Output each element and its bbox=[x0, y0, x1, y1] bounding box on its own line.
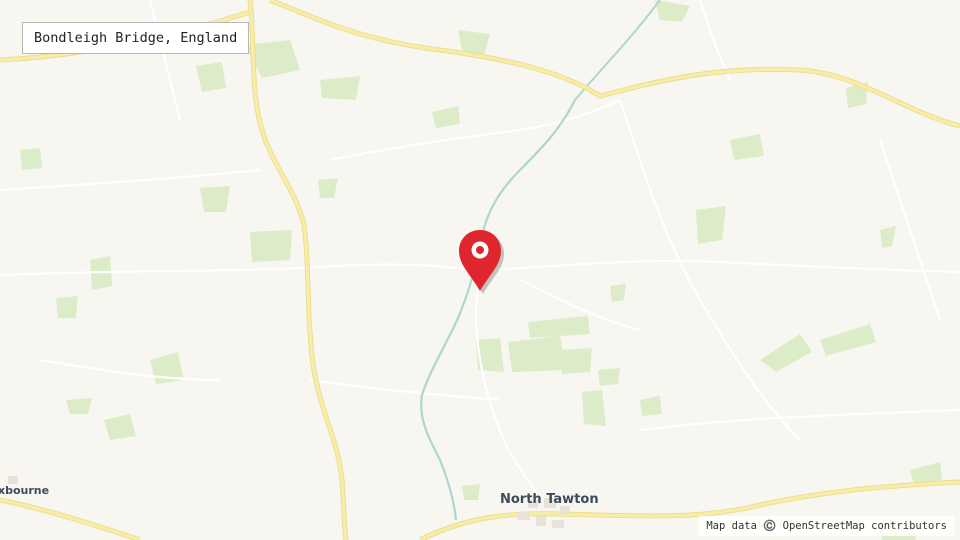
river bbox=[420, 99, 576, 521]
map-pin-icon[interactable] bbox=[456, 228, 506, 296]
map-pin-shape bbox=[459, 230, 504, 294]
map-attribution[interactable]: Map data ©️ OpenStreetMap contributors bbox=[699, 516, 954, 536]
map-canvas[interactable]: North Tawton xbourne Bondleigh Bridge, E… bbox=[0, 0, 960, 540]
place-label-north-tawton: North Tawton bbox=[500, 492, 599, 507]
location-title: Bondleigh Bridge, England bbox=[22, 22, 250, 54]
place-label-village: xbourne bbox=[0, 484, 50, 497]
